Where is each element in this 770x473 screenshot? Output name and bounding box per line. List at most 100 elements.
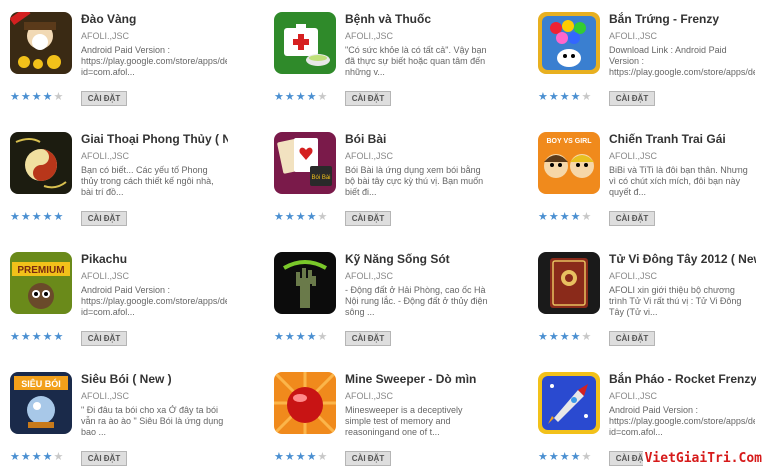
survival-hand-icon[interactable]: [274, 252, 336, 314]
app-title[interactable]: Giai Thoại Phong Thủy ( New: [81, 132, 228, 146]
star-icon: ★: [317, 331, 329, 343]
star-icon: ★: [10, 91, 21, 103]
star-icon: ★: [31, 91, 43, 103]
star-icon: ★: [295, 211, 307, 223]
app-grid: Đào Vàng AFOLI.,JSC Android Paid Version…: [0, 0, 770, 473]
yin-yang-icon[interactable]: [10, 132, 72, 194]
app-card[interactable]: Đào Vàng AFOLI.,JSC Android Paid Version…: [0, 12, 250, 122]
rocket-icon[interactable]: [538, 372, 600, 434]
app-title[interactable]: Chiến Tranh Trai Gái: [609, 132, 756, 146]
star-icon: ★: [581, 211, 593, 223]
star-icon: ★: [42, 451, 54, 463]
install-button[interactable]: CÀI ĐẶT: [81, 331, 127, 346]
rating-stars: ★★★★★: [274, 452, 328, 463]
rating-stars: ★★★★★: [538, 332, 592, 343]
app-title[interactable]: Bệnh và Thuốc: [345, 12, 492, 26]
star-icon: ★: [306, 451, 318, 463]
crystal-ball-icon[interactable]: SIÊU BÓI: [10, 372, 72, 434]
app-description: " Đi đâu ta bói cho xa Ở đây ta bói vẫn …: [81, 405, 224, 437]
install-button[interactable]: CÀI ĐẶT: [81, 451, 127, 466]
rating-stars: ★★★★★: [538, 92, 592, 103]
star-icon: ★: [42, 91, 54, 103]
app-description: Android Paid Version : https://play.goog…: [609, 405, 755, 437]
svg-text:BOY VS GIRL: BOY VS GIRL: [547, 138, 593, 145]
app-card[interactable]: Mine Sweeper - Dò mìn AFOLI.,JSC Mineswe…: [264, 372, 514, 473]
star-icon: ★: [295, 331, 307, 343]
app-title[interactable]: Tử Vi Đông Tây 2012 ( New ): [609, 252, 756, 266]
star-icon: ★: [317, 91, 329, 103]
install-button[interactable]: CÀI ĐẶT: [609, 211, 655, 226]
star-icon: ★: [20, 331, 32, 343]
app-developer: AFOLI.,JSC: [81, 271, 130, 281]
app-card[interactable]: Tử Vi Đông Tây 2012 ( New ) AFOLI.,JSC A…: [528, 252, 770, 362]
rating-stars: ★★★★★: [538, 212, 592, 223]
app-title[interactable]: Bói Bài: [345, 132, 492, 146]
app-title[interactable]: Mine Sweeper - Dò mìn: [345, 372, 492, 386]
app-title[interactable]: Pikachu: [81, 252, 228, 266]
watermark: VietGiaiTri.Com: [642, 450, 764, 467]
app-description: Minesweeper is a deceptively simple test…: [345, 405, 463, 437]
rating-stars: ★★★★★: [10, 332, 64, 343]
star-icon: ★: [306, 211, 318, 223]
star-icon: ★: [548, 211, 560, 223]
star-icon: ★: [274, 211, 285, 223]
star-icon: ★: [284, 211, 296, 223]
svg-text:Bói Bài: Bói Bài: [311, 175, 330, 181]
app-card[interactable]: Bệnh và Thuốc AFOLI.,JSC "Có sức khỏe là…: [264, 12, 514, 122]
app-title[interactable]: Bắn Trứng - Frenzy: [609, 12, 756, 26]
app-title[interactable]: Siêu Bói ( New ): [81, 372, 228, 386]
install-button[interactable]: CÀI ĐẶT: [81, 211, 127, 226]
horoscope-book-icon[interactable]: [538, 252, 600, 314]
app-title[interactable]: Kỹ Năng Sống Sót: [345, 252, 492, 266]
app-card[interactable]: BOY VS GIRL Chiến Tranh Trai Gái AFOLI.,…: [528, 132, 770, 242]
star-icon: ★: [284, 451, 296, 463]
app-card[interactable]: PREMIUM Pikachu AFOLI.,JSC Android Paid …: [0, 252, 250, 362]
star-icon: ★: [20, 211, 32, 223]
app-title[interactable]: Bắn Pháo - Rocket Frenzy: [609, 372, 756, 386]
gold-miner-icon[interactable]: [10, 12, 72, 74]
boy-girl-icon[interactable]: BOY VS GIRL: [538, 132, 600, 194]
medical-kit-icon[interactable]: [274, 12, 336, 74]
app-description: "Có sức khỏe là có tất cả". Vậy bạn đã t…: [345, 45, 487, 77]
rating-stars: ★★★★★: [274, 212, 328, 223]
app-developer: AFOLI.,JSC: [81, 391, 130, 401]
app-developer: AFOLI.,JSC: [609, 271, 658, 281]
rating-stars: ★★★★★: [10, 92, 64, 103]
star-icon: ★: [20, 451, 32, 463]
star-icon: ★: [274, 331, 285, 343]
egg-shooter-icon[interactable]: [538, 12, 600, 74]
app-title[interactable]: Đào Vàng: [81, 12, 228, 26]
app-card[interactable]: Bắn Trứng - Frenzy AFOLI.,JSC Download L…: [528, 12, 770, 122]
star-icon: ★: [570, 211, 582, 223]
pikachu-premium-icon[interactable]: PREMIUM: [10, 252, 72, 314]
star-icon: ★: [559, 451, 571, 463]
app-card[interactable]: Bói Bài Bói Bài AFOLI.,JSC Bói Bài là ứn…: [264, 132, 514, 242]
install-button[interactable]: CÀI ĐẶT: [81, 91, 127, 106]
install-button[interactable]: CÀI ĐẶT: [609, 331, 655, 346]
install-button[interactable]: CÀI ĐẶT: [345, 451, 391, 466]
app-developer: AFOLI.,JSC: [345, 31, 394, 41]
install-button[interactable]: CÀI ĐẶT: [345, 211, 391, 226]
star-icon: ★: [548, 91, 560, 103]
install-button[interactable]: CÀI ĐẶT: [609, 91, 655, 106]
app-card[interactable]: Giai Thoại Phong Thủy ( New AFOLI.,JSC B…: [0, 132, 250, 242]
rating-stars: ★★★★★: [274, 332, 328, 343]
app-description: Android Paid Version : https://play.goog…: [81, 45, 227, 77]
app-developer: AFOLI.,JSC: [609, 391, 658, 401]
star-icon: ★: [538, 211, 549, 223]
star-icon: ★: [42, 331, 54, 343]
app-description: Android Paid Version : https://play.goog…: [81, 285, 227, 317]
star-icon: ★: [53, 91, 65, 103]
star-icon: ★: [10, 211, 21, 223]
red-ball-icon[interactable]: [274, 372, 336, 434]
install-button[interactable]: CÀI ĐẶT: [345, 91, 391, 106]
install-button[interactable]: CÀI ĐẶT: [345, 331, 391, 346]
app-card[interactable]: SIÊU BÓI Siêu Bói ( New ) AFOLI.,JSC " Đ…: [0, 372, 250, 473]
star-icon: ★: [295, 451, 307, 463]
app-description: Bói Bài là ứng dụng xem bói bằng bộ bài …: [345, 165, 484, 197]
star-icon: ★: [538, 331, 549, 343]
app-description: BiBi và TiTi là đôi bạn thân. Nhưng vì c…: [609, 165, 748, 197]
app-developer: AFOLI.,JSC: [81, 31, 130, 41]
app-card[interactable]: Kỹ Năng Sống Sót AFOLI.,JSC - Động đất ở…: [264, 252, 514, 362]
playing-cards-icon[interactable]: Bói Bài: [274, 132, 336, 194]
